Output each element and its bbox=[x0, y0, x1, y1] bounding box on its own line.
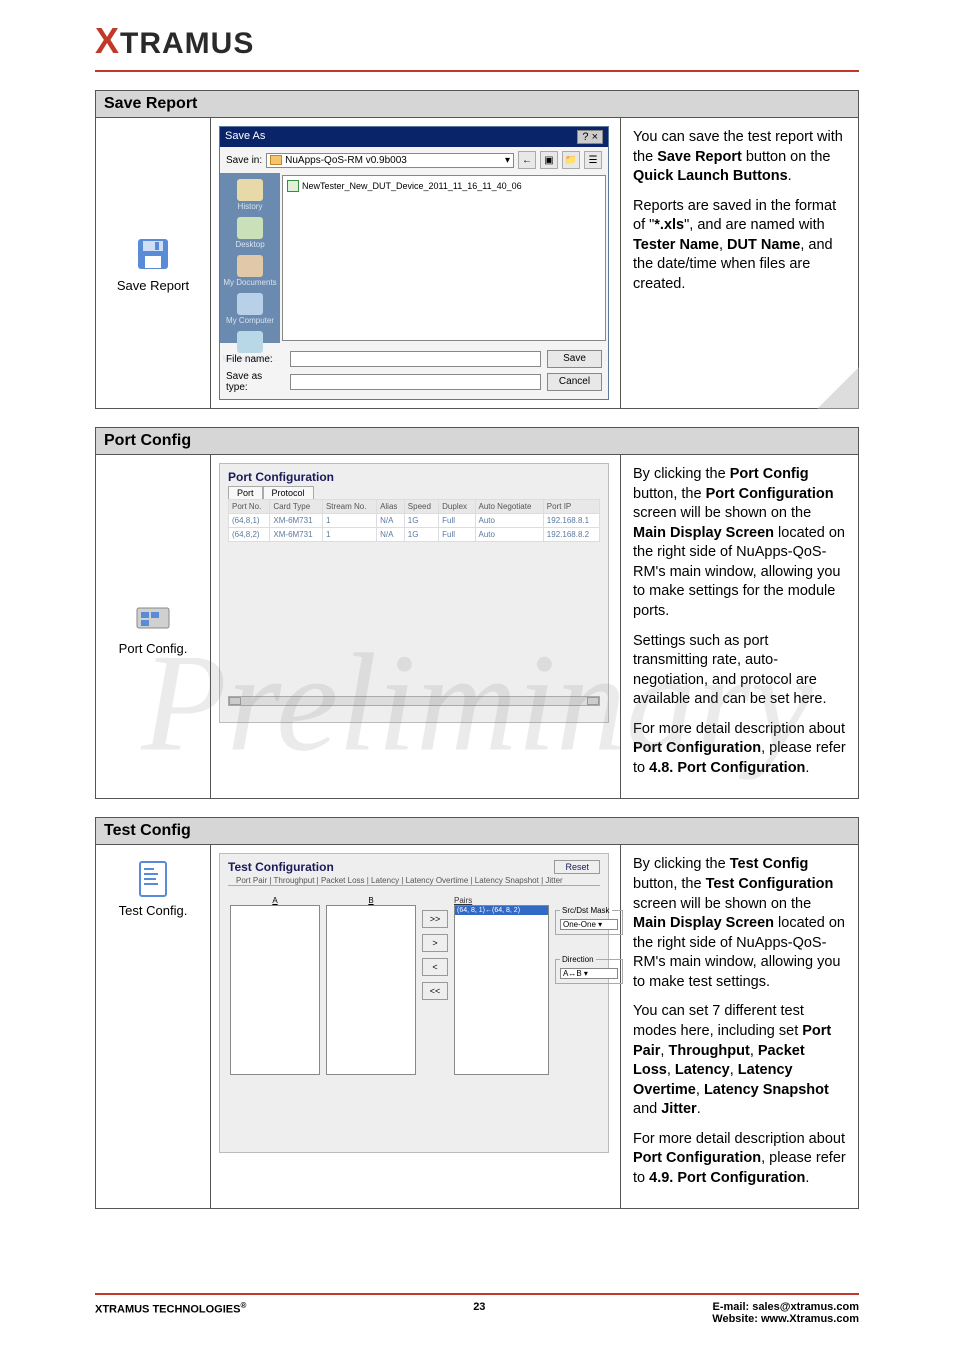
save-in-combo[interactable]: NuApps-QoS-RM v0.9b003 ▾ bbox=[266, 153, 514, 168]
col-portno: Port No. bbox=[229, 500, 270, 514]
port-config-title: Port Config bbox=[96, 428, 858, 455]
col-autoneg: Auto Negotiate bbox=[475, 500, 543, 514]
place-history[interactable]: History bbox=[237, 179, 263, 211]
list-b-label: B bbox=[326, 896, 416, 905]
port-config-section: Port Config Port Config. Port Configurat… bbox=[95, 427, 859, 799]
footer-contact: E-mail: sales@xtramus.com Website: www.X… bbox=[712, 1301, 859, 1325]
port-configuration-panel: Port Configuration Port Protocol Port No… bbox=[219, 463, 609, 723]
tab-port[interactable]: Port bbox=[228, 486, 263, 499]
list-a[interactable] bbox=[230, 905, 320, 1075]
move-all-left-button[interactable]: << bbox=[422, 982, 448, 1000]
port-config-icon-cell: Port Config. bbox=[96, 455, 211, 798]
list-b[interactable] bbox=[326, 905, 416, 1075]
col-speed: Speed bbox=[404, 500, 438, 514]
brand-logo: XTRAMUS bbox=[0, 0, 954, 66]
file-item[interactable]: NewTester_New_DUT_Device_2011_11_16_11_4… bbox=[287, 180, 601, 192]
file-list-area[interactable]: NewTester_New_DUT_Device_2011_11_16_11_4… bbox=[282, 175, 606, 341]
test-configuration-panel: Test Configuration Reset Port Pair | Thr… bbox=[219, 853, 609, 1153]
cancel-button[interactable]: Cancel bbox=[547, 373, 602, 391]
save-report-description: You can save the test report with the Sa… bbox=[621, 118, 858, 408]
places-bar: History Desktop My Documents My Computer… bbox=[220, 173, 280, 343]
scroll-right-icon[interactable] bbox=[587, 697, 599, 705]
test-config-section: Test Config Test Config. Test Configurat… bbox=[95, 817, 859, 1209]
dialog-title: Save As bbox=[225, 130, 265, 144]
pair-item-selected[interactable]: (64, 8, 1)←(64, 8, 2) bbox=[455, 906, 548, 915]
test-tabs-row[interactable]: Port Pair | Throughput | Packet Loss | L… bbox=[228, 876, 600, 886]
col-streamno: Stream No. bbox=[322, 500, 376, 514]
page-content: Save Report Save Report Save As ? × Save… bbox=[0, 72, 954, 1209]
place-computer[interactable]: My Computer bbox=[226, 293, 274, 325]
footer-company: XTRAMUS TECHNOLOGIES® bbox=[95, 1301, 246, 1316]
place-documents[interactable]: My Documents bbox=[223, 255, 276, 287]
test-config-description: By clicking the Test Config button, the … bbox=[621, 845, 858, 1208]
toolbar-views-icon[interactable]: ☰ bbox=[584, 151, 602, 169]
file-name-input[interactable] bbox=[290, 351, 541, 367]
col-cardtype: Card Type bbox=[270, 500, 323, 514]
port-config-icon-label: Port Config. bbox=[119, 641, 188, 656]
save-report-icon-cell: Save Report bbox=[96, 118, 211, 408]
toolbar-newfolder-icon[interactable]: 📁 bbox=[562, 151, 580, 169]
move-all-right-button[interactable]: >> bbox=[422, 910, 448, 928]
footer-page-number: 23 bbox=[473, 1301, 485, 1313]
page-footer: XTRAMUS TECHNOLOGIES® 23 E-mail: sales@x… bbox=[0, 1293, 954, 1325]
save-as-dialog: Save As ? × Save in: NuApps-QoS-RM v0.9b… bbox=[219, 126, 609, 400]
test-panel-title: Test Configuration bbox=[228, 860, 334, 874]
col-portip: Port IP bbox=[543, 500, 599, 514]
reset-button[interactable]: Reset bbox=[554, 860, 600, 874]
pairs-list[interactable]: (64, 8, 1)←(64, 8, 2) bbox=[454, 905, 549, 1075]
save-report-icon-label: Save Report bbox=[117, 278, 189, 293]
src-dst-mask-combo[interactable]: One-One ▾ bbox=[560, 919, 618, 930]
save-in-label: Save in: bbox=[226, 155, 262, 166]
src-dst-mask-group: Src/Dst Mask One-One ▾ bbox=[555, 906, 623, 935]
test-config-icon bbox=[133, 859, 173, 899]
scroll-left-icon[interactable] bbox=[229, 697, 241, 705]
file-item-name: NewTester_New_DUT_Device_2011_11_16_11_4… bbox=[302, 181, 522, 191]
pairs-label: Pairs bbox=[454, 896, 549, 905]
file-name-label: File name: bbox=[226, 354, 284, 365]
toolbar-up-icon[interactable]: ▣ bbox=[540, 151, 558, 169]
save-as-type-combo[interactable] bbox=[290, 374, 541, 390]
horizontal-scrollbar[interactable] bbox=[228, 696, 600, 706]
page-fold-decoration bbox=[817, 367, 859, 409]
list-a-label: A bbox=[230, 896, 320, 905]
test-config-icon-label: Test Config. bbox=[119, 903, 188, 918]
chevron-down-icon: ▾ bbox=[505, 155, 510, 166]
test-config-icon-cell: Test Config. bbox=[96, 845, 211, 1208]
table-row[interactable]: (64,8,2)XM-6M7311N/A1GFullAuto192.168.8.… bbox=[229, 528, 600, 542]
move-right-button[interactable]: > bbox=[422, 934, 448, 952]
move-left-button[interactable]: < bbox=[422, 958, 448, 976]
col-alias: Alias bbox=[377, 500, 405, 514]
save-button[interactable]: Save bbox=[547, 350, 602, 368]
src-dst-mask-legend: Src/Dst Mask bbox=[560, 906, 612, 915]
direction-group: Direction A↔B ▾ bbox=[555, 955, 623, 984]
save-report-title: Save Report bbox=[96, 91, 858, 118]
port-config-description: By clicking the Port Config button, the … bbox=[621, 455, 858, 798]
place-desktop[interactable]: Desktop bbox=[235, 217, 264, 249]
footer-divider bbox=[95, 1293, 859, 1295]
folder-icon bbox=[270, 155, 282, 165]
table-row[interactable]: (64,8,1)XM-6M7311N/A1GFullAuto192.168.8.… bbox=[229, 514, 600, 528]
xls-icon bbox=[287, 180, 299, 192]
direction-combo[interactable]: A↔B ▾ bbox=[560, 968, 618, 979]
floppy-icon bbox=[133, 234, 173, 274]
tab-protocol[interactable]: Protocol bbox=[263, 486, 314, 499]
save-report-section: Save Report Save Report Save As ? × Save… bbox=[95, 90, 859, 409]
test-config-title: Test Config bbox=[96, 818, 858, 845]
save-in-value: NuApps-QoS-RM v0.9b003 bbox=[285, 155, 407, 166]
dialog-close-buttons[interactable]: ? × bbox=[577, 130, 603, 144]
logo-rest: TRAMUS bbox=[120, 27, 254, 60]
save-as-type-label: Save as type: bbox=[226, 371, 284, 393]
port-panel-title: Port Configuration bbox=[220, 464, 608, 486]
direction-legend: Direction bbox=[560, 955, 596, 964]
col-duplex: Duplex bbox=[439, 500, 475, 514]
toolbar-back-icon[interactable]: ← bbox=[518, 151, 536, 169]
logo-x: X bbox=[95, 20, 120, 61]
port-config-icon bbox=[133, 597, 173, 637]
port-table: Port No. Card Type Stream No. Alias Spee… bbox=[228, 499, 600, 542]
